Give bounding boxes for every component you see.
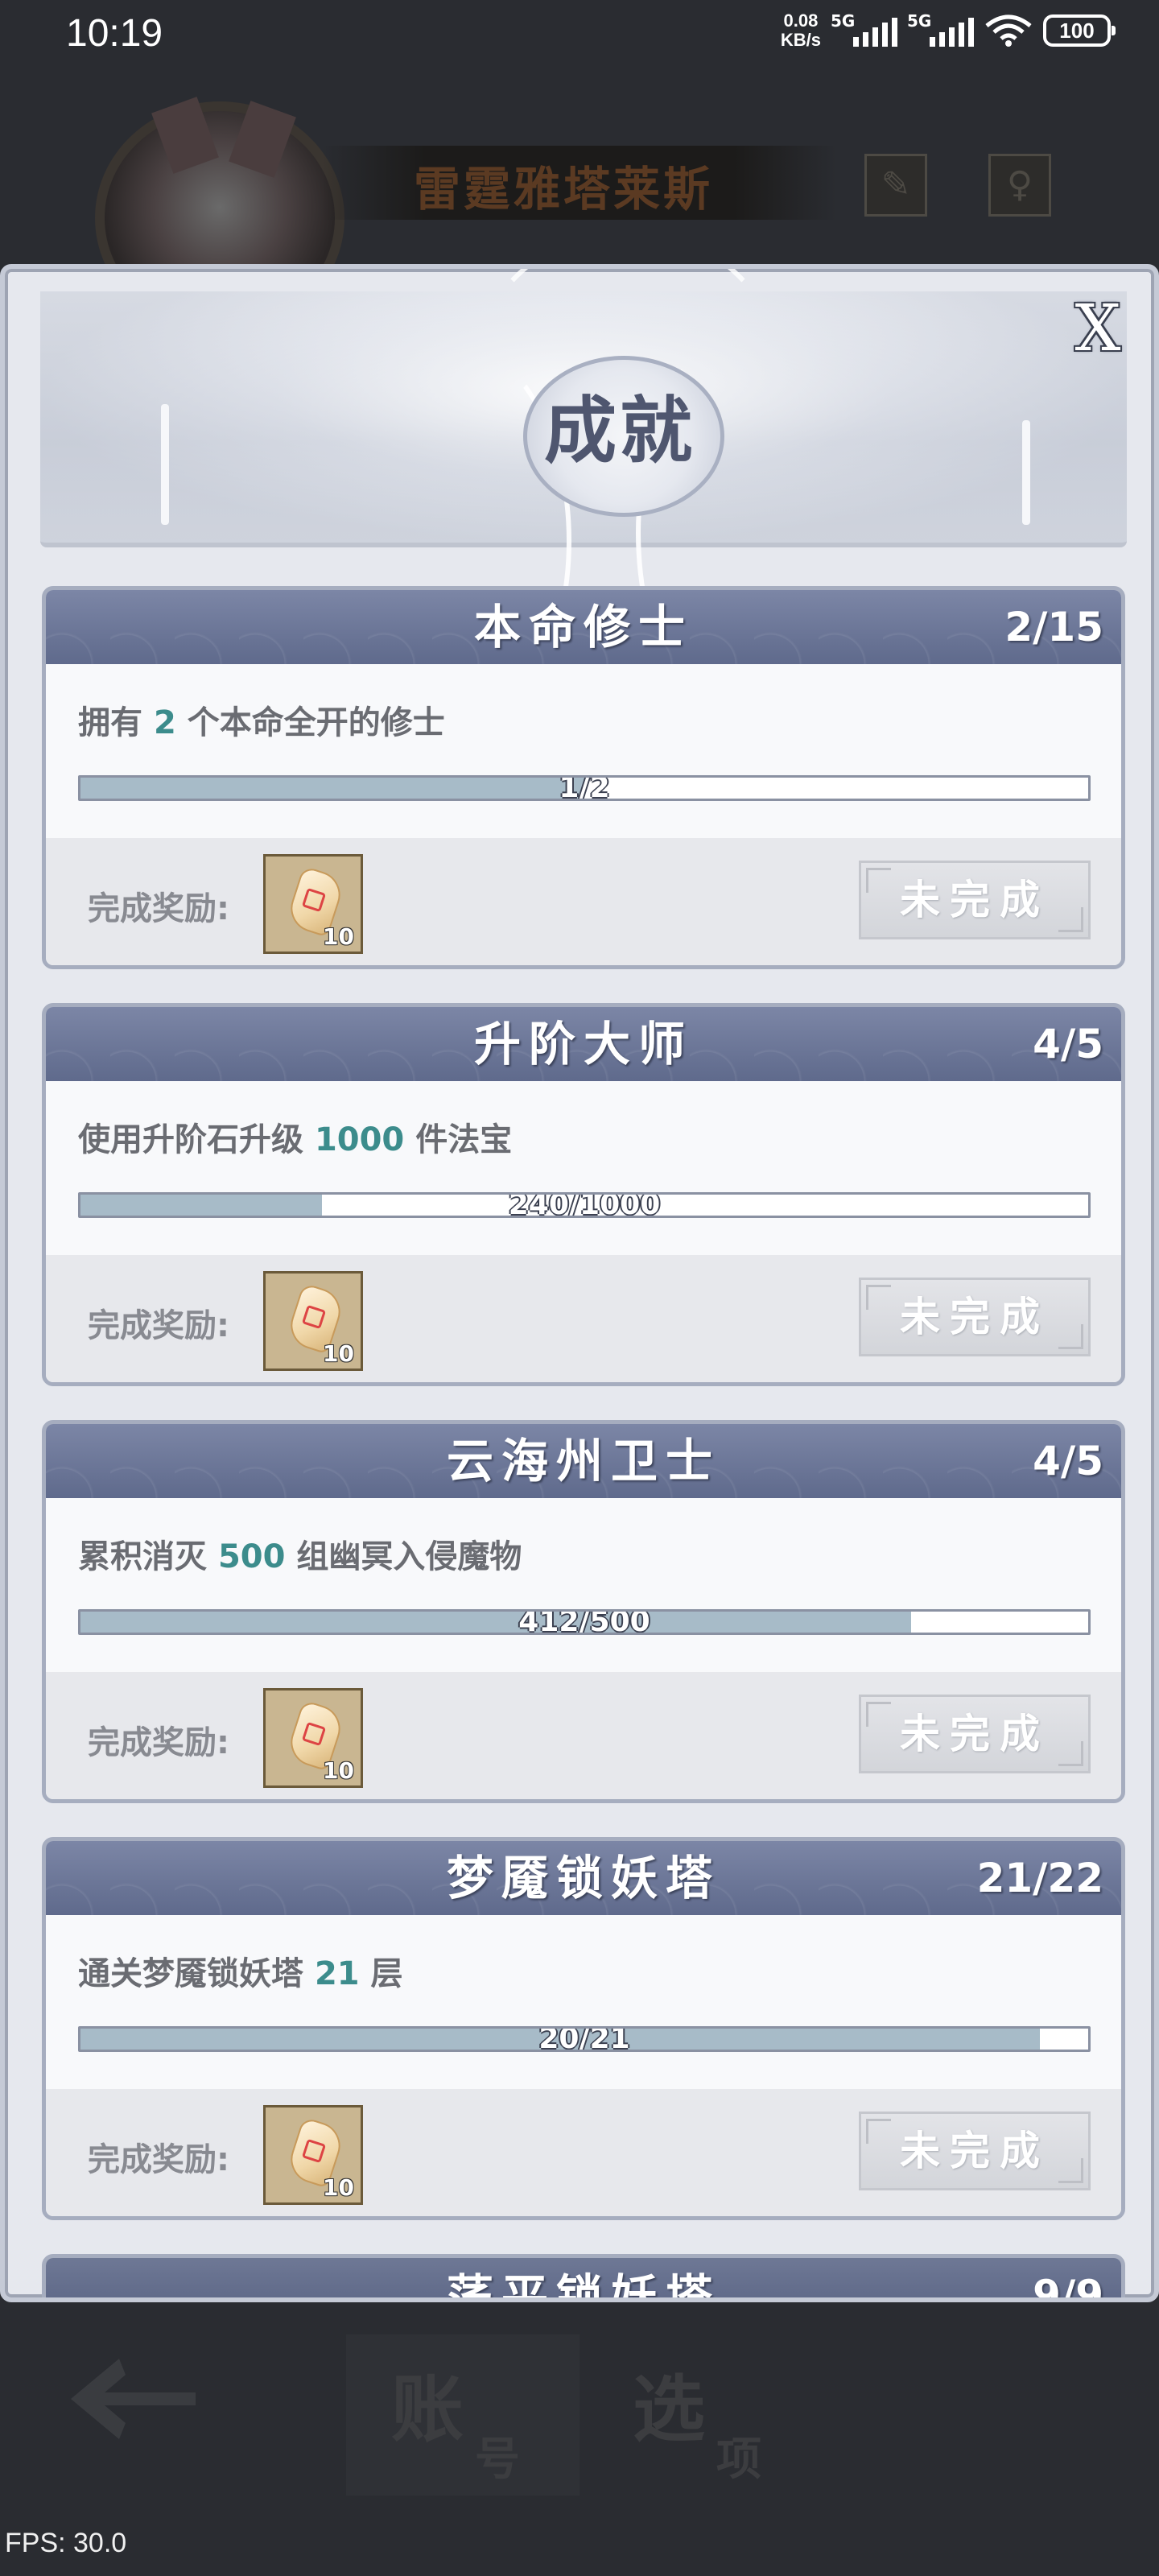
fps-counter: FPS: 30.0 <box>5 2528 127 2558</box>
progress-bar: 20/21 <box>78 2026 1091 2052</box>
card-body: 使用升阶石升级 1000 件法宝 240/1000 <box>46 1081 1121 1255</box>
tab-account-sublabel: 号 <box>475 2433 520 2486</box>
achievement-count: 21/22 <box>976 1855 1103 1901</box>
card-footer: 完成奖励: 10 未完成 <box>46 1255 1121 1382</box>
card-footer: 完成奖励: 10 未完成 <box>46 1672 1121 1799</box>
card-body: 拥有 2 个本命全开的修士 1/2 <box>46 664 1121 838</box>
progress-bar: 412/500 <box>78 1609 1091 1635</box>
tab-options[interactable]: 选 项 <box>588 2334 821 2496</box>
progress-text: 1/2 <box>559 775 610 801</box>
brush-icon[interactable]: ✎ <box>864 154 927 217</box>
target-number: 500 <box>217 1538 286 1575</box>
reward-quantity: 10 <box>323 2174 354 2201</box>
achievement-count: 9/9 <box>1033 2272 1103 2302</box>
status-icons: 0.08 KB/s 5G 5G 100 <box>781 11 1116 50</box>
tab-options-sublabel: 项 <box>716 2433 761 2486</box>
modal-banner: 成就 <box>40 291 1127 742</box>
target-number: 21 <box>314 1955 360 1992</box>
status-time: 10:19 <box>66 12 163 55</box>
progress-text: 20/21 <box>538 2026 630 2052</box>
achievement-title: 本命修士 <box>473 600 693 654</box>
achievement-card: 云海州卫士 4/5 累积消灭 500 组幽冥入侵魔物 412/500 完成奖励:… <box>42 1420 1125 1803</box>
card-footer: 完成奖励: 10 未完成 <box>46 838 1121 965</box>
net-speed-unit: KB/s <box>780 30 821 50</box>
reward-item[interactable]: 10 <box>263 854 363 954</box>
reward-item[interactable]: 10 <box>263 2105 363 2205</box>
player-name: 雷霆雅塔莱斯 <box>413 162 713 217</box>
signal-icon: 5G <box>831 11 897 47</box>
status-button[interactable]: 未完成 <box>859 2112 1091 2190</box>
tab-account-label: 账 <box>391 2367 464 2452</box>
achievement-card: 升阶大师 4/5 使用升阶石升级 1000 件法宝 240/1000 完成奖励:… <box>42 1003 1125 1386</box>
reward-label: 完成奖励: <box>88 890 229 927</box>
reward-label: 完成奖励: <box>88 2141 229 2178</box>
target-number: 1000 <box>314 1121 405 1158</box>
back-arrow-icon[interactable] <box>63 2351 200 2447</box>
wifi-icon <box>985 14 1032 47</box>
progress-text: 412/500 <box>518 1609 650 1635</box>
reward-item[interactable]: 10 <box>263 1688 363 1788</box>
achievement-card: 荡平锁妖塔 9/9 <box>42 2254 1125 2302</box>
reward-label: 完成奖励: <box>88 1724 229 1761</box>
close-button[interactable]: X <box>1066 296 1130 362</box>
status-bar: 10:19 0.08 KB/s 5G 5G 100 <box>0 0 1159 69</box>
tab-options-label: 选 <box>633 2367 705 2452</box>
achievement-card: 本命修士 2/15 拥有 2 个本命全开的修士 1/2 完成奖励: 10 未完成 <box>42 586 1125 969</box>
achievements-modal: 成就 X 本命修士 2/15 拥有 2 个本命全开的修士 1/2 完成奖励: 1… <box>0 264 1159 2302</box>
status-button[interactable]: 未完成 <box>859 1695 1091 1773</box>
reward-quantity: 10 <box>323 1757 354 1784</box>
net-speed: 0.08 KB/s <box>781 11 821 50</box>
progress-bar: 1/2 <box>78 775 1091 801</box>
battery-icon: 100 <box>1043 14 1116 47</box>
achievement-title: 升阶大师 <box>473 1017 693 1071</box>
signal-label: 5G <box>831 11 856 31</box>
card-body: 累积消灭 500 组幽冥入侵魔物 412/500 <box>46 1498 1121 1672</box>
status-button[interactable]: 未完成 <box>859 861 1091 939</box>
tab-account[interactable]: 账 号 <box>346 2334 580 2496</box>
reward-label: 完成奖励: <box>88 1307 229 1344</box>
target-number: 2 <box>153 704 176 741</box>
signal-label-2: 5G <box>907 11 932 31</box>
net-speed-value: 0.08 <box>783 10 819 31</box>
female-icon[interactable]: ♀ <box>988 154 1051 217</box>
progress-text: 240/1000 <box>508 1192 661 1218</box>
signal-icon-2: 5G <box>907 11 974 47</box>
card-body: 通关梦魇锁妖塔 21 层 20/21 <box>46 1915 1121 2089</box>
achievement-title: 梦魇锁妖塔 <box>446 1851 720 1905</box>
achievement-description: 累积消灭 500 组幽冥入侵魔物 <box>78 1538 522 1575</box>
achievement-count: 2/15 <box>1004 604 1103 650</box>
progress-bar: 240/1000 <box>78 1192 1091 1218</box>
status-button[interactable]: 未完成 <box>859 1278 1091 1356</box>
achievement-title: 云海州卫士 <box>446 1434 720 1488</box>
achievement-card: 梦魇锁妖塔 21/22 通关梦魇锁妖塔 21 层 20/21 完成奖励: 10 … <box>42 1837 1125 2220</box>
bottom-nav: 账 号 选 项 <box>0 2302 1159 2576</box>
background-header: 雷霆雅塔莱斯 ✎ ♀ <box>0 69 1159 335</box>
achievement-count: 4/5 <box>1033 1021 1103 1067</box>
achievement-count: 4/5 <box>1033 1438 1103 1484</box>
reward-quantity: 10 <box>323 923 354 950</box>
reward-quantity: 10 <box>323 1340 354 1367</box>
reward-item[interactable]: 10 <box>263 1271 363 1371</box>
achievement-description: 使用升阶石升级 1000 件法宝 <box>78 1121 513 1158</box>
achievement-description: 拥有 2 个本命全开的修士 <box>78 704 445 741</box>
modal-title: 成就 <box>544 388 695 473</box>
achievement-description: 通关梦魇锁妖塔 21 层 <box>78 1955 403 1992</box>
achievement-title: 荡平锁妖塔 <box>446 2269 720 2302</box>
card-footer: 完成奖励: 10 未完成 <box>46 2089 1121 2216</box>
